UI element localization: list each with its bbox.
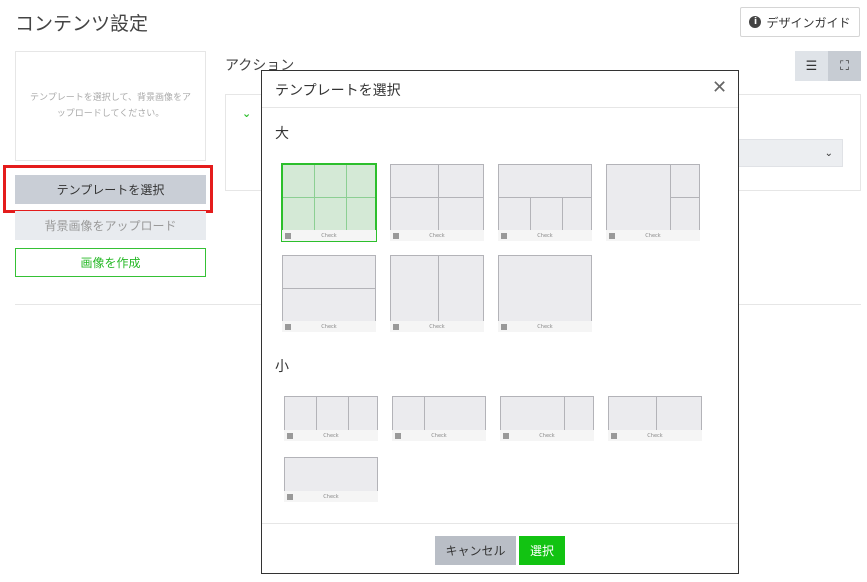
design-guide-button[interactable]: i デザインガイド (740, 7, 860, 37)
cancel-button[interactable]: キャンセル (435, 536, 516, 565)
template-footer-text: Check (323, 433, 339, 439)
template-small-1-2[interactable]: Check (391, 395, 487, 442)
action-collapse-icon[interactable]: ⌄ (242, 107, 251, 120)
template-select-modal: テンプレートを選択 ✕ 大 Check Check Check Check Ch… (261, 70, 739, 574)
modal-footer: キャンセル 選択 (262, 523, 738, 573)
template-footer-text: Check (645, 233, 661, 239)
small-section-label: 小 (275, 359, 289, 375)
select-template-button[interactable]: テンプレートを選択 (15, 175, 206, 204)
template-footer-text: Check (321, 324, 337, 330)
template-small-2[interactable]: Check (607, 395, 703, 442)
info-icon: i (749, 16, 762, 28)
template-footer-text: Check (323, 494, 339, 500)
template-small-3[interactable]: Check (283, 395, 379, 442)
template-large-1-2[interactable]: Check (605, 163, 701, 242)
template-large-6[interactable]: Check (281, 163, 377, 242)
close-icon[interactable]: ✕ (712, 77, 727, 98)
modal-title: テンプレートを選択 (275, 83, 401, 99)
select-button[interactable]: 選択 (519, 536, 565, 565)
template-large-1[interactable]: Check (497, 254, 593, 333)
template-footer-text: Check (431, 433, 447, 439)
action-type-select[interactable]: ⌄ (738, 139, 843, 167)
design-guide-label: デザインガイド (766, 15, 851, 30)
template-small-2-1[interactable]: Check (499, 395, 595, 442)
template-large-4[interactable]: Check (389, 163, 485, 242)
modal-header: テンプレートを選択 ✕ (262, 71, 738, 108)
template-large-1-3[interactable]: Check (497, 163, 593, 242)
template-footer-text: Check (537, 233, 553, 239)
fullscreen-view-button[interactable]: ⛶ (828, 51, 861, 81)
upload-hint-text: テンプレートを選択して、背景画像をアップロードしてください。 (29, 93, 191, 119)
template-footer-text: Check (537, 324, 553, 330)
template-footer-text: Check (321, 233, 337, 239)
view-toggle: ☰ ⛶ (795, 51, 861, 81)
chevron-down-icon: ⌄ (824, 147, 833, 159)
image-preview-area: テンプレートを選択して、背景画像をアップロードしてください。 (15, 51, 206, 161)
page-title: コンテンツ設定 (15, 13, 149, 35)
list-icon: ☰ (805, 58, 818, 74)
template-footer-text: Check (429, 233, 445, 239)
content-settings-page: コンテンツ設定 i デザインガイド テンプレートを選択して、背景画像をアップロー… (0, 0, 867, 582)
upload-background-button[interactable]: 背景画像をアップロード (15, 211, 206, 240)
template-small-1[interactable]: Check (283, 456, 379, 503)
template-large-2-rows[interactable]: Check (281, 254, 377, 333)
create-image-button[interactable]: 画像を作成 (15, 248, 206, 277)
template-large-2-cols[interactable]: Check (389, 254, 485, 333)
template-footer-text: Check (429, 324, 445, 330)
large-section-label: 大 (275, 126, 289, 142)
template-footer-text: Check (647, 433, 663, 439)
expand-icon: ⛶ (839, 58, 850, 74)
list-view-button[interactable]: ☰ (795, 51, 828, 81)
template-footer-text: Check (539, 433, 555, 439)
